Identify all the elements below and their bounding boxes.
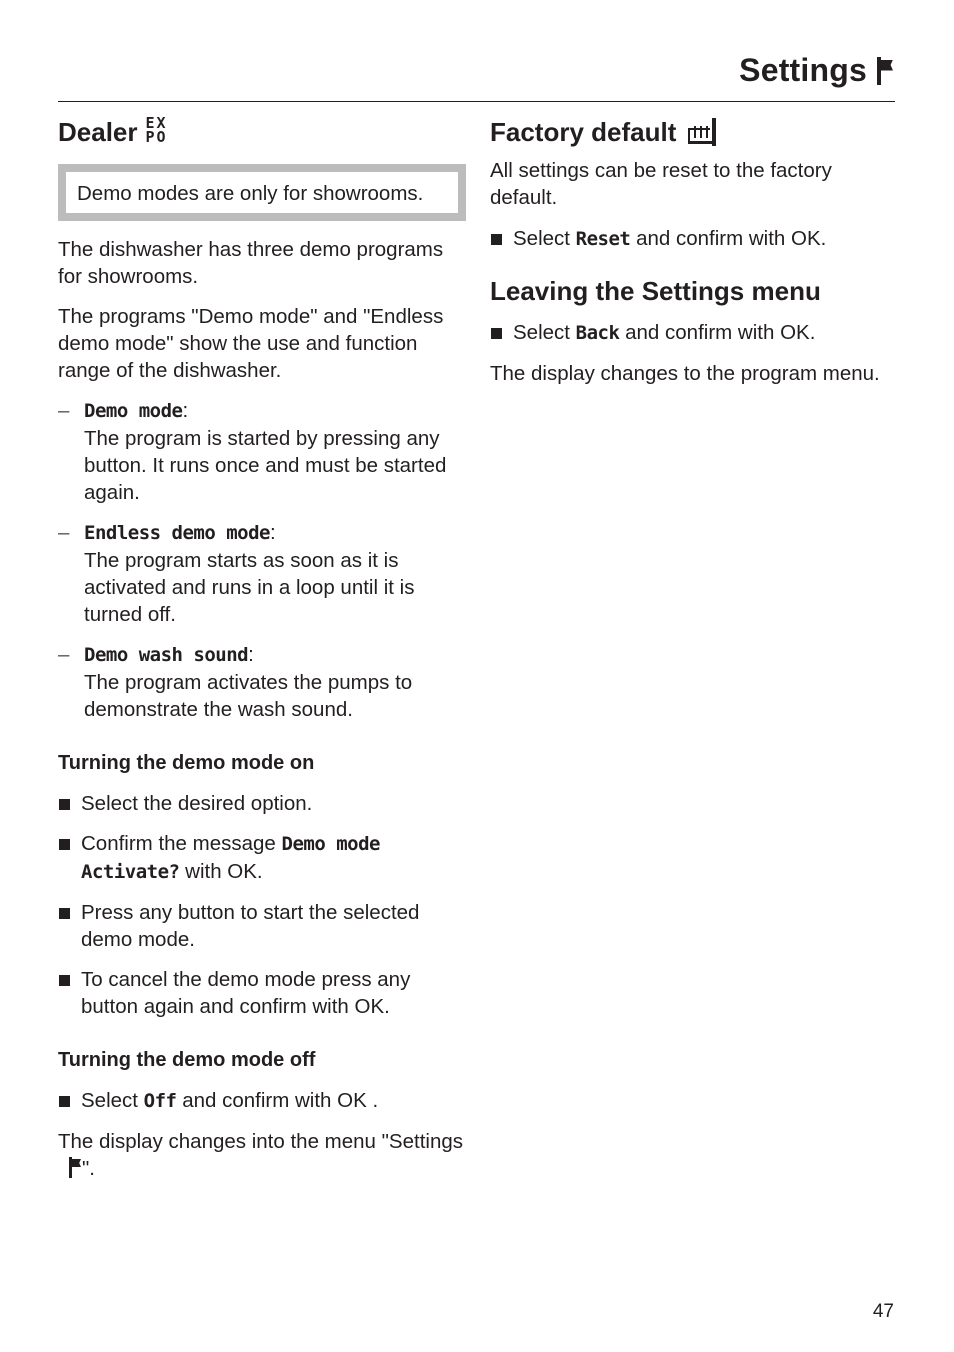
- off-result-paragraph: The display changes into the menu "Setti…: [58, 1128, 466, 1182]
- step-text: Confirm the message: [81, 832, 282, 855]
- square-bullet: [491, 328, 502, 339]
- list-item: Select Reset and confirm with OK.: [490, 225, 895, 253]
- step-text: Press any button to start the selected d…: [81, 901, 420, 951]
- intro-paragraph: The dishwasher has three demo programs f…: [58, 238, 444, 288]
- dealer-heading-text: Dealer: [58, 117, 138, 147]
- step-text: Select the desired option.: [81, 792, 313, 815]
- leaving-heading-text: Leaving the Settings menu: [490, 276, 821, 306]
- factory-default-steps: Select Reset and confirm with OK.: [490, 225, 895, 253]
- programs-paragraph: The programs "Demo mode" and "Endless de…: [58, 305, 444, 382]
- display-text: Back: [575, 322, 620, 344]
- factory-icon: [686, 118, 718, 146]
- list-item: Select Off and confirm with OK .: [58, 1087, 466, 1115]
- page-title-text: Settings: [739, 52, 867, 88]
- step-text: Select: [513, 321, 576, 344]
- factory-default-section: Factory default All settings can be rese…: [490, 116, 895, 253]
- list-item: – Demo wash sound: The program activates…: [58, 643, 413, 721]
- mode-description: The program activates the pumps to demon…: [84, 671, 413, 721]
- expo-icon-bottom: PO: [145, 128, 168, 146]
- note-text: Demo modes are only for showrooms.: [77, 182, 424, 205]
- turning-on-heading: Turning the demo mode on: [58, 752, 315, 774]
- leaving-heading: Leaving the Settings menu: [490, 275, 895, 307]
- dealer-heading: Dealer EX PO: [58, 116, 466, 148]
- square-bullet: [59, 908, 70, 919]
- step-text: and confirm with OK.: [619, 321, 816, 344]
- list-item: Press any button to start the selected d…: [58, 899, 466, 953]
- square-bullet: [59, 975, 70, 986]
- list-item: Select the desired option.: [58, 790, 466, 817]
- step-text: and confirm with OK.: [630, 227, 827, 250]
- mode-description: The program is started by pressing any b…: [84, 427, 447, 504]
- step-text: and confirm with OK .: [176, 1089, 379, 1112]
- list-item: – Demo mode: The program is started by p…: [58, 399, 447, 504]
- turning-off-heading: Turning the demo mode off: [58, 1049, 316, 1071]
- right-column: Factory default All settings can be rese…: [490, 116, 895, 387]
- flag-icon: [875, 56, 895, 85]
- step-text: with OK.: [179, 860, 263, 883]
- square-bullet: [491, 234, 502, 245]
- leaving-section: Leaving the Settings menu Select Back an…: [490, 275, 895, 387]
- factory-default-paragraph: All settings can be reset to the factory…: [490, 159, 832, 209]
- factory-default-heading: Factory default: [490, 116, 895, 148]
- result-text: ".: [82, 1157, 95, 1180]
- page-header: Settings: [58, 48, 895, 102]
- page-title: Settings: [739, 52, 895, 89]
- list-item: – Endless demo mode: The program starts …: [58, 521, 415, 626]
- factory-default-heading-text: Factory default: [490, 117, 677, 147]
- display-text: Off: [143, 1090, 177, 1112]
- dash-bullet: –: [58, 643, 70, 666]
- leaving-steps: Select Back and confirm with OK.: [490, 319, 895, 347]
- mode-name: Demo mode: [84, 400, 183, 422]
- expo-icon: EX PO: [145, 116, 168, 146]
- mode-name: Demo wash sound: [84, 644, 249, 666]
- dealer-section: Dealer EX PO Demo modes are only for sho…: [58, 116, 466, 1182]
- result-text: The display changes into the menu "Setti…: [58, 1130, 463, 1153]
- dash-bullet: –: [58, 399, 70, 422]
- turning-on-steps: Select the desired option. Confirm the m…: [58, 790, 466, 1020]
- display-text: Reset: [575, 228, 631, 250]
- list-item: To cancel the demo mode press any button…: [58, 966, 466, 1020]
- square-bullet: [59, 839, 70, 850]
- step-text: Select: [513, 227, 576, 250]
- list-item: Confirm the message Demo mode Activate? …: [58, 830, 466, 886]
- leaving-paragraph: The display changes to the program menu.: [490, 362, 880, 385]
- note-box: Demo modes are only for showrooms.: [58, 164, 466, 221]
- demo-modes-list: – Demo mode: The program is started by p…: [58, 397, 466, 723]
- mode-description: The program starts as soon as it is acti…: [84, 549, 415, 626]
- turning-off-steps: Select Off and confirm with OK .: [58, 1087, 466, 1115]
- list-item: Select Back and confirm with OK.: [490, 319, 895, 347]
- step-text: Select: [81, 1089, 144, 1112]
- mode-name: Endless demo mode: [84, 522, 270, 544]
- square-bullet: [59, 1096, 70, 1107]
- square-bullet: [59, 799, 70, 810]
- page-number: 47: [872, 1301, 894, 1322]
- dash-bullet: –: [58, 521, 70, 544]
- flag-icon: [68, 1157, 82, 1178]
- step-text: To cancel the demo mode press any button…: [81, 968, 411, 1018]
